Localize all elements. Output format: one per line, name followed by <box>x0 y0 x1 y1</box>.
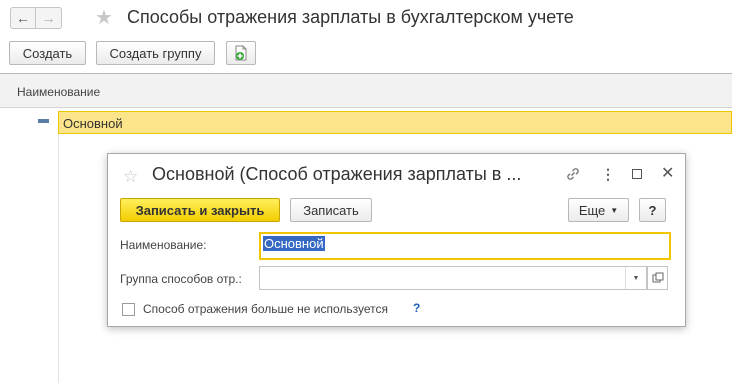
save-and-close-label: Записать и закрыть <box>135 202 265 218</box>
create-group-button-label: Создать группу <box>109 45 202 61</box>
column-header[interactable]: Наименование <box>0 74 732 108</box>
edit-dialog: ☆ Основной (Способ отражения зарплаты в … <box>107 153 686 327</box>
element-marker-icon <box>38 119 49 123</box>
more-vertical-icon[interactable]: ⋮ <box>601 166 615 183</box>
create-group-button[interactable]: Создать группу <box>96 41 215 65</box>
not-used-help-link[interactable]: ? <box>413 301 420 315</box>
group-open-button[interactable] <box>647 266 668 290</box>
open-form-icon <box>652 272 664 283</box>
add-document-icon <box>235 45 247 61</box>
arrow-left-icon: ← <box>16 10 30 26</box>
help-label: ? <box>648 202 657 218</box>
name-field-value: Основной <box>263 236 325 251</box>
link-icon[interactable] <box>565 166 581 182</box>
not-used-checkbox-label[interactable]: Способ отражения больше не используется <box>143 302 388 316</box>
dialog-title: Основной (Способ отражения зарплаты в ..… <box>152 164 522 184</box>
create-button[interactable]: Создать <box>9 41 86 65</box>
more-button[interactable]: Еще ▼ <box>568 198 629 222</box>
save-and-close-button[interactable]: Записать и закрыть <box>120 198 280 222</box>
back-button[interactable]: ← <box>10 7 36 29</box>
forward-button[interactable]: → <box>36 7 62 29</box>
save-button[interactable]: Записать <box>290 198 372 222</box>
not-used-checkbox[interactable] <box>122 303 135 316</box>
more-label: Еще <box>578 202 606 218</box>
name-field-label: Наименование: <box>120 238 207 252</box>
group-field[interactable]: ▼ <box>259 266 647 290</box>
chevron-down-icon: ▼ <box>632 274 640 282</box>
column-divider <box>58 134 59 383</box>
maximize-icon[interactable] <box>632 169 642 179</box>
table-row[interactable]: Основной <box>58 111 732 134</box>
arrow-right-icon: → <box>41 10 56 26</box>
close-icon[interactable]: ✕ <box>661 163 674 183</box>
column-header-name: Наименование <box>17 85 101 99</box>
group-dropdown-button[interactable]: ▼ <box>625 267 646 289</box>
page-title: Способы отражения зарплаты в бухгалтерск… <box>127 7 574 27</box>
help-button[interactable]: ? <box>639 198 666 222</box>
chevron-down-icon: ▼ <box>610 205 619 215</box>
create-button-label: Создать <box>22 45 73 61</box>
save-label: Записать <box>303 202 359 218</box>
favorite-star-icon[interactable]: ★ <box>95 8 113 28</box>
group-field-label: Группа способов отр.: <box>120 272 242 286</box>
add-copy-button[interactable] <box>226 41 256 65</box>
dialog-favorite-star-icon[interactable]: ☆ <box>123 167 138 187</box>
name-field[interactable]: Основной <box>259 232 671 260</box>
table-cell-name: Основной <box>63 116 123 131</box>
